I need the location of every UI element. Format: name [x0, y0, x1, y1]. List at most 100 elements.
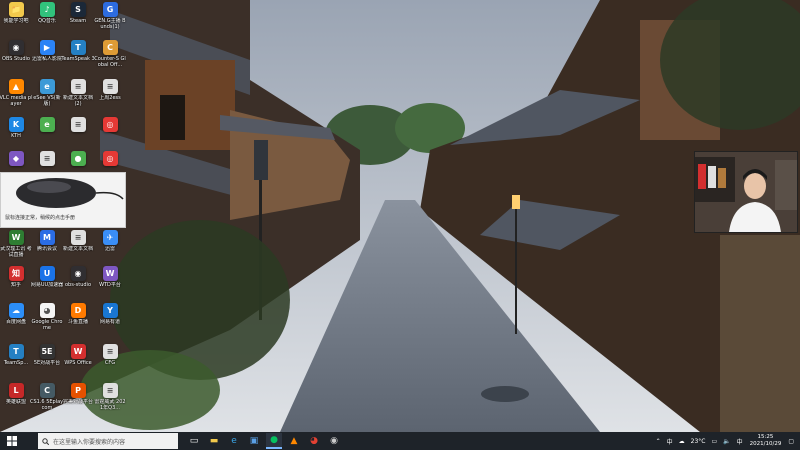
desktop-icon[interactable]: ≡ 雷霆威武 2021年Q3...: [94, 383, 126, 417]
desktop-icon[interactable]: ◉ OBS Studio: [0, 40, 32, 74]
volume-icon[interactable]: 🔈: [723, 438, 730, 445]
desktop-icon[interactable]: W 武汉理工讯 考试直播: [0, 230, 32, 264]
desktop-icon[interactable]: e eSee VS(新版): [31, 79, 63, 113]
weather-temp[interactable]: 23°C: [691, 438, 706, 445]
app-icon: ≡: [70, 79, 86, 94]
wechat-icon: ●: [270, 435, 278, 445]
desktop-icon-label: obs-studio: [65, 282, 91, 288]
desktop-icon-label: 雷霆威武 2021年Q3...: [94, 399, 126, 411]
app-icon: L: [8, 383, 24, 398]
desktop-icon[interactable]: ≡ 上周2ess: [94, 79, 126, 113]
desktop-icon[interactable]: Y 网易有道: [94, 303, 126, 337]
app-icon: ◆: [8, 151, 24, 166]
app-icon: D: [70, 303, 86, 318]
app-icon: C: [102, 40, 118, 55]
desktop-icon[interactable]: ▲ VLC media player: [0, 79, 33, 113]
taskbar-app-wechat[interactable]: ●: [266, 433, 282, 449]
search-icon: [42, 437, 49, 445]
desktop-icon-label: 武汉理工讯 考试直播: [0, 246, 32, 258]
desktop-icon-label: 新建文本文档(2): [62, 95, 93, 107]
desktop-icon-label: TeamSp...: [3, 360, 29, 366]
weather-cloud-icon[interactable]: ☁: [679, 438, 685, 445]
app-icon: U: [39, 266, 55, 281]
desktop-icon[interactable]: ≡ 新建文本文档(2): [62, 79, 94, 113]
desktop-icon[interactable]: ✈ 迅雷: [94, 230, 126, 264]
network-icon[interactable]: ▭: [711, 438, 717, 445]
app-icon: T: [8, 344, 24, 359]
app-icon: M: [39, 230, 55, 245]
desktop-icon-label: CFG: [104, 360, 116, 366]
app-icon: ✈: [102, 230, 118, 245]
desktop-icon[interactable]: ◕ Google Chrome: [31, 303, 63, 337]
taskbar-app-task-view[interactable]: ▭: [186, 433, 202, 449]
desktop-icon[interactable]: ≡ CFG: [94, 344, 126, 378]
app-icon: K: [8, 117, 24, 132]
mouse-icon: [16, 178, 124, 208]
desktop-icon-label: eSee VS(新版): [33, 95, 61, 107]
desktop-icon[interactable]: W WTD平台: [94, 266, 126, 300]
taskbar-app-obs[interactable]: ◉: [326, 433, 342, 449]
app-icon: C: [39, 383, 55, 398]
desktop-icon[interactable]: 5E 5E对战平台: [31, 344, 63, 378]
desktop-icon[interactable]: S Steam: [62, 2, 94, 36]
desktop-icon[interactable]: D 斗鱼直播: [62, 303, 94, 337]
desktop-icon[interactable]: ▶ 迅雷私人影院: [31, 40, 63, 74]
desktop-icon[interactable]: T TeamSpeak 3: [61, 40, 95, 74]
desktop-icon-label: TeamSpeak 3: [61, 56, 95, 62]
desktop-icon[interactable]: C Counter-S Global Off...: [94, 40, 126, 74]
app-icon: ☁: [8, 303, 24, 318]
desktop-icon-label: 知乎: [10, 282, 21, 288]
task-view-icon: ▭: [189, 436, 199, 446]
app-icon: ≡: [102, 344, 118, 359]
taskbar-app-edge[interactable]: e: [226, 433, 242, 449]
taskbar-app-chrome[interactable]: ◕: [306, 433, 322, 449]
desktop-icon-label: 斗鱼直播: [67, 319, 88, 325]
desktop-icon[interactable]: M 腾讯会议: [31, 230, 63, 264]
mouse-popup[interactable]: 鼠标连接正常，稍候的点击手册: [0, 172, 126, 228]
vlc-icon: ▲: [290, 436, 298, 446]
app-icon: W: [8, 230, 24, 245]
desktop-icon[interactable]: ≡ 新建文本文档: [62, 230, 94, 264]
language-indicator[interactable]: 中: [667, 437, 673, 446]
edge-icon: e: [231, 436, 237, 446]
ime-indicator[interactable]: 中: [737, 437, 743, 446]
taskbar-app-store[interactable]: ▣: [246, 433, 262, 449]
desktop-icon[interactable]: ♪ QQ音乐: [31, 2, 63, 36]
desktop-icon-label: 迅雷私人影院: [31, 56, 62, 62]
system-tray: ⌃ 中 ☁ 23°C ▭ 🔈 中 15:25 2021/10/29 ▢: [653, 432, 800, 450]
desktop-icon[interactable]: U 网易UU加速器: [31, 266, 63, 300]
taskbar-app-vlc[interactable]: ▲: [286, 433, 302, 449]
taskbar-app-file-explorer[interactable]: ▬: [206, 433, 222, 449]
app-icon: ▲: [8, 79, 24, 94]
desktop-icon[interactable]: ☁ 百度网盘: [0, 303, 32, 337]
desktop-icon[interactable]: G GEN.G主播 Bunds(1): [94, 2, 126, 36]
desktop-icon[interactable]: L 英雄联盟: [0, 383, 32, 417]
start-button[interactable]: [4, 433, 20, 449]
app-icon: 知: [8, 266, 24, 281]
taskbar: 在这里输入你要搜索的内容 ▭ ▬ e ▣ ● ▲ ◕ ◉ ⌃ 中 ☁ 23°C ▭ 🔈 中 1…: [0, 432, 800, 450]
desktop-icon[interactable]: e: [31, 117, 63, 151]
store-icon: ▣: [249, 436, 259, 446]
app-icon: S: [70, 2, 86, 17]
taskbar-search-box[interactable]: 在这里输入你要搜索的内容: [38, 433, 178, 449]
desktop-icon[interactable]: 知知乎: [0, 266, 32, 300]
desktop-icon[interactable]: C CS1.6 5Eplay.com: [30, 383, 64, 417]
desktop-icon[interactable]: ◉ obs-studio: [62, 266, 94, 300]
desktop-icon-label: 完美对战平台: [62, 399, 93, 405]
app-icon: ♪: [39, 2, 55, 17]
tray-overflow-chevron-icon[interactable]: ⌃: [656, 438, 661, 445]
app-icon: G: [102, 2, 118, 17]
desktop-icon-label: QQ音乐: [38, 18, 56, 24]
desktop-icon[interactable]: P 完美对战平台: [62, 383, 94, 417]
notification-icon[interactable]: ▢: [788, 438, 794, 445]
desktop-icon[interactable]: ◎: [94, 117, 126, 151]
desktop-icon[interactable]: ≡: [62, 117, 94, 151]
clock[interactable]: 15:25 2021/10/29: [750, 434, 782, 448]
app-icon: e: [39, 79, 55, 94]
desktop-icon[interactable]: W WPS Office: [62, 344, 94, 378]
obs-icon: ◉: [330, 436, 338, 446]
desktop-icon[interactable]: 📁 我能学习吧: [0, 2, 32, 36]
desktop-icon[interactable]: T TeamSp...: [0, 344, 32, 378]
app-icon: ◎: [102, 117, 118, 132]
desktop-icon[interactable]: K KTH: [0, 117, 32, 151]
